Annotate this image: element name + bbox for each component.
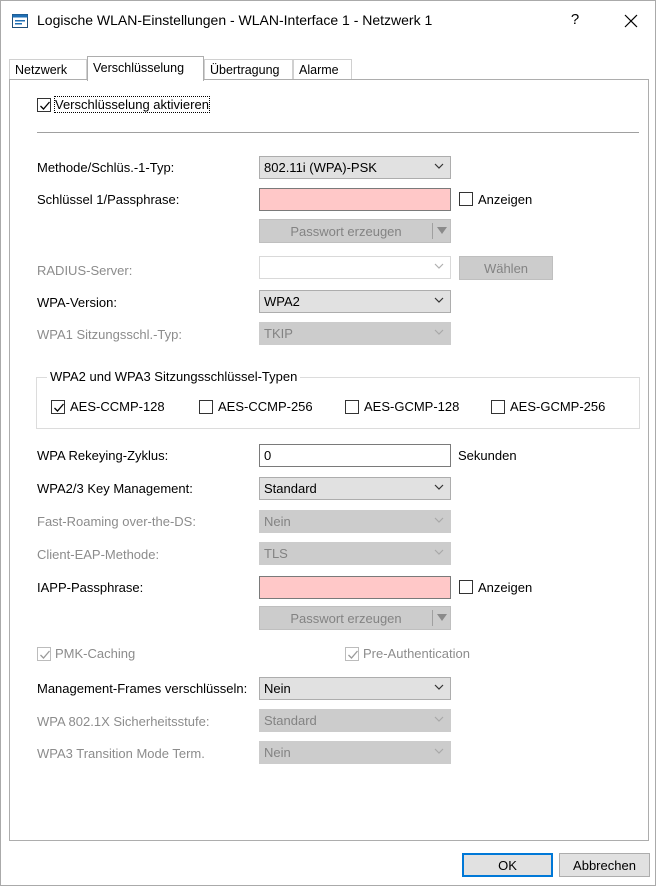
chevron-down-icon bbox=[434, 263, 444, 269]
wpa1-session-select[interactable]: TKIP bbox=[259, 322, 451, 345]
key-mgmt-value: Standard bbox=[264, 481, 317, 496]
dropdown-arrow-icon[interactable] bbox=[437, 614, 447, 622]
wpa3-transition-select[interactable]: Nein bbox=[259, 741, 451, 764]
rekey-label: WPA Rekeying-Zyklus: bbox=[37, 448, 169, 463]
pre-authentication-checkbox[interactable] bbox=[345, 647, 359, 661]
dialog-window: Logische WLAN-Einstellungen - WLAN-Inter… bbox=[0, 0, 656, 886]
session-key-types-group: WPA2 und WPA3 Sitzungsschlüssel-Typen AE… bbox=[36, 369, 640, 429]
aes-gcmp-128-label: AES-GCMP-128 bbox=[364, 399, 460, 414]
app-icon bbox=[12, 14, 28, 28]
chevron-down-icon bbox=[434, 684, 444, 690]
key-generate-button[interactable]: Passwort erzeugen bbox=[259, 219, 451, 243]
rekey-unit: Sekunden bbox=[458, 448, 517, 463]
divider bbox=[37, 132, 639, 133]
chevron-down-icon bbox=[434, 549, 444, 555]
key-mgmt-select[interactable]: Standard bbox=[259, 477, 451, 500]
aes-ccmp-256-checkbox[interactable] bbox=[199, 400, 213, 414]
session-key-types-title: WPA2 und WPA3 Sitzungsschlüssel-Typen bbox=[47, 369, 301, 384]
radius-label: RADIUS-Server: bbox=[37, 263, 133, 278]
client-eap-select[interactable]: TLS bbox=[259, 542, 451, 565]
checkmark-icon bbox=[40, 650, 50, 659]
iapp-generate-button[interactable]: Passwort erzeugen bbox=[259, 606, 451, 630]
checkmark-icon bbox=[40, 101, 50, 110]
key-input[interactable] bbox=[259, 188, 451, 211]
chevron-down-icon bbox=[434, 517, 444, 523]
wpa8021x-select[interactable]: Standard bbox=[259, 709, 451, 732]
fast-roaming-label: Fast-Roaming over-the-DS: bbox=[37, 514, 196, 529]
chevron-down-icon bbox=[434, 329, 444, 335]
aes-gcmp-256-checkbox[interactable] bbox=[491, 400, 505, 414]
iapp-label: IAPP-Passphrase: bbox=[37, 580, 144, 595]
rekey-input[interactable]: 0 bbox=[259, 444, 451, 467]
wpa3-transition-label: WPA3 Transition Mode Term. bbox=[37, 746, 205, 761]
mgmt-frames-label: Management-Frames verschlüsseln: bbox=[37, 681, 248, 696]
close-button[interactable] bbox=[621, 9, 641, 33]
key-generate-label: Passwort erzeugen bbox=[290, 224, 402, 239]
enable-encryption-checkbox[interactable] bbox=[37, 98, 51, 112]
key-label: Schlüssel 1/Passphrase: bbox=[37, 192, 180, 207]
wpa1-session-label: WPA1 Sitzungsschl.-Typ: bbox=[37, 327, 182, 342]
method-label: Methode/Schlüs.-1-Typ: bbox=[37, 160, 175, 175]
tab-panel-verschluesselung: Verschlüsselung aktivieren Methode/Schlü… bbox=[9, 79, 649, 841]
wpa1-session-value: TKIP bbox=[264, 326, 293, 341]
tab-netzwerk[interactable]: Netzwerk bbox=[9, 59, 87, 80]
aes-ccmp-256-label: AES-CCMP-256 bbox=[218, 399, 313, 414]
aes-gcmp-256-label: AES-GCMP-256 bbox=[510, 399, 606, 414]
chevron-down-icon bbox=[434, 716, 444, 722]
title-bar: Logische WLAN-Einstellungen - WLAN-Inter… bbox=[1, 1, 655, 41]
chevron-down-icon bbox=[434, 484, 444, 490]
mgmt-frames-select[interactable]: Nein bbox=[259, 677, 451, 700]
mgmt-frames-value: Nein bbox=[264, 681, 291, 696]
wpa8021x-value: Standard bbox=[264, 713, 317, 728]
chevron-down-icon bbox=[434, 163, 444, 169]
dropdown-arrow-icon[interactable] bbox=[437, 227, 447, 235]
iapp-show-label: Anzeigen bbox=[478, 580, 533, 595]
pmk-caching-label: PMK-Caching bbox=[55, 646, 136, 661]
aes-gcmp-128-checkbox[interactable] bbox=[345, 400, 359, 414]
wpa-version-label: WPA-Version: bbox=[37, 295, 117, 310]
pmk-caching-checkbox[interactable] bbox=[37, 647, 51, 661]
tab-uebertragung[interactable]: Übertragung bbox=[204, 59, 293, 80]
wpa-version-select[interactable]: WPA2 bbox=[259, 290, 451, 313]
key-show-label: Anzeigen bbox=[478, 192, 533, 207]
chevron-down-icon bbox=[434, 748, 444, 754]
aes-ccmp-128-checkbox[interactable] bbox=[51, 400, 65, 414]
tab-verschluesselung[interactable]: Verschlüsselung bbox=[87, 56, 204, 81]
checkmark-icon bbox=[348, 650, 358, 659]
iapp-show-checkbox[interactable] bbox=[459, 580, 473, 594]
radius-choose-button[interactable]: Wählen bbox=[459, 256, 553, 280]
checkmark-icon bbox=[54, 403, 64, 412]
fast-roaming-value: Nein bbox=[264, 514, 291, 529]
split-separator bbox=[432, 610, 433, 626]
split-separator bbox=[432, 223, 433, 239]
chevron-down-icon bbox=[434, 297, 444, 303]
cancel-button[interactable]: Abbrechen bbox=[559, 853, 650, 877]
client-eap-value: TLS bbox=[264, 546, 288, 561]
enable-encryption-label[interactable]: Verschlüsselung aktivieren bbox=[54, 96, 210, 113]
iapp-generate-label: Passwort erzeugen bbox=[290, 611, 402, 626]
close-icon bbox=[624, 14, 638, 28]
wpa8021x-label: WPA 802.1X Sicherheitsstufe: bbox=[37, 714, 210, 729]
ok-button[interactable]: OK bbox=[462, 853, 553, 877]
help-button[interactable]: ? bbox=[565, 11, 585, 28]
tab-alarme[interactable]: Alarme bbox=[293, 59, 352, 80]
pre-authentication-label: Pre-Authentication bbox=[363, 646, 470, 661]
window-title: Logische WLAN-Einstellungen - WLAN-Inter… bbox=[37, 12, 433, 28]
key-show-checkbox[interactable] bbox=[459, 192, 473, 206]
fast-roaming-select[interactable]: Nein bbox=[259, 510, 451, 533]
method-value: 802.11i (WPA)-PSK bbox=[264, 160, 377, 175]
method-select[interactable]: 802.11i (WPA)-PSK bbox=[259, 156, 451, 179]
aes-ccmp-128-label: AES-CCMP-128 bbox=[70, 399, 165, 414]
iapp-input[interactable] bbox=[259, 576, 451, 599]
wpa3-transition-value: Nein bbox=[264, 745, 291, 760]
client-eap-label: Client-EAP-Methode: bbox=[37, 547, 160, 562]
wpa-version-value: WPA2 bbox=[264, 294, 300, 309]
radius-select[interactable] bbox=[259, 256, 451, 279]
key-mgmt-label: WPA2/3 Key Management: bbox=[37, 481, 193, 496]
